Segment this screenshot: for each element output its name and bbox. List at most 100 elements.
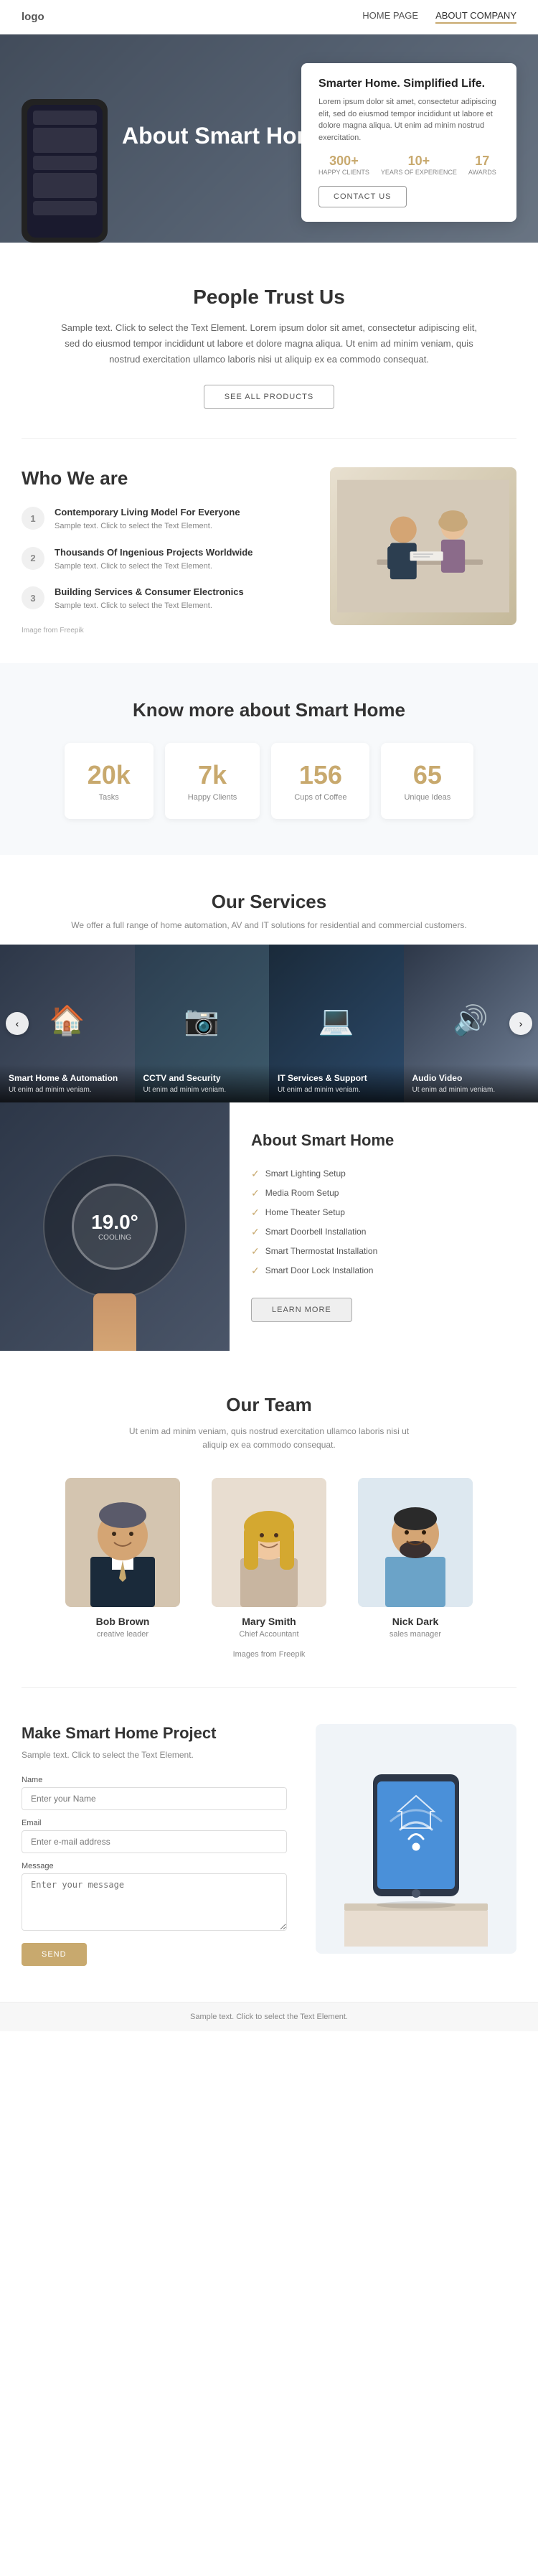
nav-home[interactable]: HOME PAGE [362,10,418,24]
trust-heading: People Trust Us [22,286,516,309]
services-heading: Our Services [22,891,516,913]
stat-tasks: 20k Tasks [65,743,154,819]
thermostat-temp: 19.0° [91,1211,138,1234]
check-icon-3: ✓ [251,1207,260,1219]
stat-ideas: 65 Unique Ideas [381,743,473,819]
team-member-2: Mary Smith Chief Accountant [204,1478,334,1639]
send-button[interactable]: SEND [22,1943,87,1966]
service-card-4-title: Audio Video [412,1073,530,1083]
team-heading: Our Team [22,1394,516,1416]
hero-stat-1: 300+ HAPPY CLIENTS [318,154,369,176]
who-num-2: 2 [22,547,44,570]
team-avatar-3 [358,1478,473,1607]
carousel-prev-btn[interactable]: ‹ [6,1012,29,1035]
team-member-2-name: Mary Smith [204,1616,334,1627]
contact-section: Make Smart Home Project Sample text. Cli… [0,1688,538,2002]
who-image-caption: Image from Freepik [22,627,308,634]
hero-stat-2-num: 10+ [381,154,457,169]
hero-card-heading: Smarter Home. Simplified Life. [318,78,499,90]
hero-section: About Smart Homes Smarter Home. Simplifi… [0,34,538,243]
who-num-3: 3 [22,586,44,609]
carousel-next-btn[interactable]: › [509,1012,532,1035]
service-card-4-overlay: Audio Video Ut enim ad minim veniam. [404,1064,538,1102]
check-icon-2: ✓ [251,1187,260,1199]
email-input[interactable] [22,1830,287,1853]
hand-graphic [93,1293,136,1351]
message-label: Message [22,1862,287,1870]
hero-card: Smarter Home. Simplified Life. Lorem ips… [301,63,516,222]
hero-stat-3-num: 17 [468,154,496,169]
thermostat-circle: 19.0° COOLING [72,1184,158,1270]
thermostat-display: 19.0° COOLING [43,1155,187,1298]
stat-coffee-label: Cups of Coffee [294,793,346,802]
who-text-1: Contemporary Living Model For Everyone S… [55,507,240,533]
hero-stat-1-label: HAPPY CLIENTS [318,169,369,176]
team-member-2-role: Chief Accountant [204,1630,334,1639]
phone-row [33,111,97,125]
nav-logo[interactable]: logo [22,11,44,23]
learn-more-btn[interactable]: LEARN MORE [251,1298,352,1322]
service-card-3-body: Ut enim ad minim veniam. [278,1086,395,1094]
who-body-1: Sample text. Click to select the Text El… [55,520,240,533]
feature-4-text: Smart Doorbell Installation [265,1227,367,1237]
trust-section: People Trust Us Sample text. Click to se… [0,243,538,438]
team-member-3-name: Nick Dark [351,1616,480,1627]
knowmore-section: Know more about Smart Home 20k Tasks 7k … [0,663,538,855]
trust-body: Sample text. Click to select the Text El… [61,320,477,367]
contact-heading: Make Smart Home Project [22,1724,287,1743]
feature-4: ✓ Smart Doorbell Installation [251,1222,516,1242]
who-num-1: 1 [22,507,44,530]
contact-form: Make Smart Home Project Sample text. Cli… [22,1724,287,1966]
feature-5: ✓ Smart Thermostat Installation [251,1242,516,1261]
who-section: Who We are 1 Contemporary Living Model F… [0,439,538,663]
nav-about[interactable]: ABOUT COMPANY [435,10,516,24]
hero-stat-1-num: 300+ [318,154,369,169]
contact-btn[interactable]: CONTACT US [318,186,407,207]
stat-coffee-num: 156 [294,760,346,790]
services-track: 🏠 Smart Home & Automation Ut enim ad min… [0,945,538,1102]
who-heading: Who We are [22,467,308,490]
phone-screen [27,105,103,238]
service-card-2[interactable]: 📷 CCTV and Security Ut enim ad minim ven… [135,945,270,1102]
feature-2: ✓ Media Room Setup [251,1184,516,1203]
name-label: Name [22,1776,287,1784]
stat-tasks-label: Tasks [88,793,131,802]
team-section: Our Team Ut enim ad minim veniam, quis n… [0,1351,538,1687]
hero-stat-2: 10+ YEARS OF EXPERIENCE [381,154,457,176]
who-illustration [337,474,509,618]
nick-dark-photo [358,1478,473,1607]
who-item-1: 1 Contemporary Living Model For Everyone… [22,507,308,533]
it-services-icon: 💻 [318,1003,354,1037]
service-card-2-body: Ut enim ad minim veniam. [143,1086,261,1094]
knowmore-heading: Know more about Smart Home [22,699,516,721]
who-title-3: Building Services & Consumer Electronics [55,586,244,597]
thermostat-outer[interactable]: 19.0° COOLING [43,1155,187,1298]
stat-coffee: 156 Cups of Coffee [271,743,369,819]
who-title-2: Thousands Of Ingenious Projects Worldwid… [55,547,253,558]
who-image [330,467,516,625]
service-card-3-overlay: IT Services & Support Ut enim ad minim v… [269,1064,404,1102]
phone-row [33,156,97,170]
name-input[interactable] [22,1787,287,1810]
bob-brown-photo [65,1478,180,1607]
footer: Sample text. Click to select the Text El… [0,2002,538,2031]
message-input[interactable] [22,1873,287,1931]
service-card-3[interactable]: 💻 IT Services & Support Ut enim ad minim… [269,945,404,1102]
see-all-btn[interactable]: SEE ALL PRODUCTS [204,385,334,409]
services-carousel: ‹ 🏠 Smart Home & Automation Ut enim ad m… [0,945,538,1102]
services-subtext: We offer a full range of home automation… [22,920,516,930]
feature-6-text: Smart Door Lock Installation [265,1265,374,1275]
contact-sub: Sample text. Click to select the Text El… [22,1748,287,1761]
team-avatar-2 [212,1478,326,1607]
who-body-3: Sample text. Click to select the Text El… [55,600,244,612]
feature-5-text: Smart Thermostat Installation [265,1246,378,1256]
phone-row [33,173,97,198]
team-caption: Images from Freepik [22,1650,516,1659]
about-home-section: 19.0° COOLING About Smart Home ✓ Smart L… [0,1102,538,1351]
navigation: logo HOME PAGE ABOUT COMPANY [0,0,538,34]
feature-list: ✓ Smart Lighting Setup ✓ Media Room Setu… [251,1164,516,1280]
cctv-icon: 📷 [184,1003,220,1037]
team-member-1: Bob Brown creative leader [58,1478,187,1639]
stat-ideas-num: 65 [404,760,450,790]
who-body-2: Sample text. Click to select the Text El… [55,561,253,573]
